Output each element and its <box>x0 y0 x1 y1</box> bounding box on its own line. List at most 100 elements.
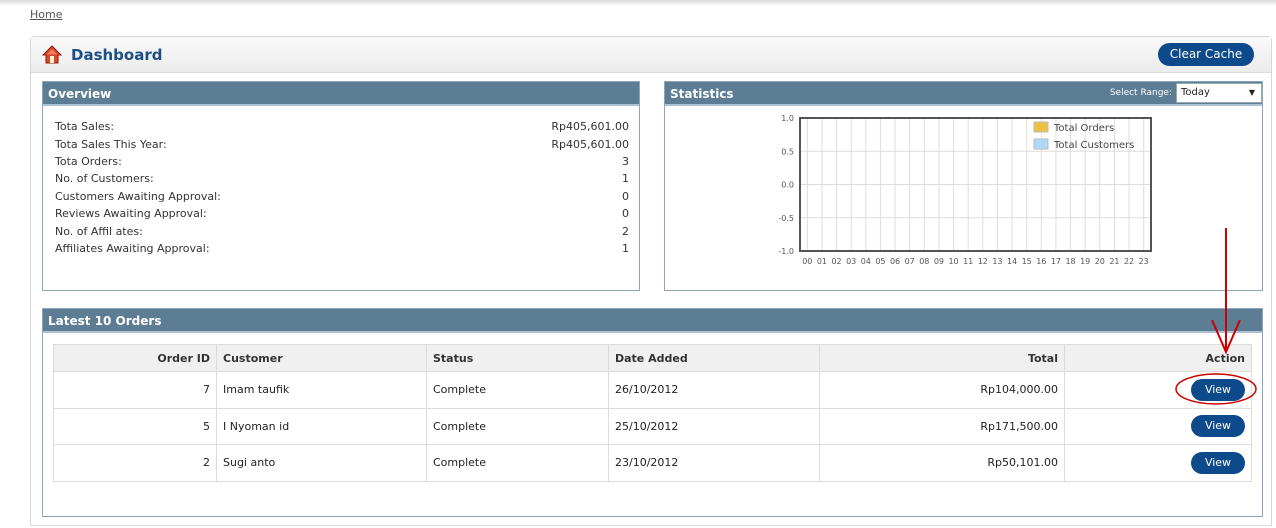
overview-row: Tota Sales: Rp405,601.00 <box>55 118 629 135</box>
order-id: 7 <box>53 371 217 409</box>
overview-row: Tota Orders: 3 <box>55 153 629 170</box>
top-shadow <box>0 0 1276 6</box>
order-date: 23/10/2012 <box>608 444 820 482</box>
table-row: 5I Nyoman id Complete 25/10/2012 Rp171,500.… <box>53 407 1252 445</box>
overview-value: Rp405,601.00 <box>551 120 629 134</box>
order-action-cell: View <box>1064 371 1252 409</box>
overview-value: 2 <box>622 224 629 238</box>
dashboard-box: Dashboard Clear Cache Overview Tota Sale… <box>30 36 1272 526</box>
chart-x-tick: 14 <box>1007 257 1017 266</box>
order-id: 5 <box>53 407 217 445</box>
order-customer: Imam taufik <box>216 371 427 409</box>
chart-x-tick: 21 <box>1109 257 1119 266</box>
table-row: 2 Sugi anto Complete 23/10/2012 Rp50,101.00 V… <box>53 444 1252 482</box>
col-order-id: Order ID <box>53 344 217 372</box>
order-action-cell: View <box>1064 407 1252 445</box>
order-status: Complete <box>426 371 609 409</box>
home-icon <box>41 45 63 65</box>
chart-x-tick: 06 <box>890 257 900 266</box>
clear-cache-button[interactable]: Clear Cache <box>1158 43 1254 66</box>
chart-y-tick: -1.0 <box>778 247 794 256</box>
chart-x-tick: 04 <box>861 257 871 266</box>
overview-row: No. of Affil ates: 2 <box>55 222 629 239</box>
overview-label: Tota Orders: <box>55 154 122 168</box>
chart-x-tick: 22 <box>1124 257 1134 266</box>
statistics-header: Statistics Select Range: Today ▼ <box>665 82 1262 106</box>
order-status: Complete <box>426 444 609 482</box>
view-order-button[interactable]: View <box>1191 451 1245 474</box>
view-order-button[interactable]: View <box>1191 415 1245 438</box>
overview-label: Tota Sales: <box>55 120 115 134</box>
overview-label: Affiliates Awaiting Approval: <box>55 241 210 255</box>
overview-row: Affiliates Awaiting Approval: 1 <box>55 240 629 257</box>
chart-x-tick: 02 <box>831 257 841 266</box>
chart-x-tick: 15 <box>1022 257 1032 266</box>
chevron-down-icon: ▼ <box>1248 88 1255 97</box>
overview-title: Overview <box>43 82 639 106</box>
chart-x-tick: 08 <box>919 257 929 266</box>
col-status: Status <box>426 344 609 372</box>
order-total: Rp104,000.00 <box>819 371 1065 409</box>
chart-x-tick: 17 <box>1051 257 1061 266</box>
overview-row: Customers Awaiting Approval: 0 <box>55 188 629 205</box>
overview-value: 3 <box>622 154 629 168</box>
orders-header-row: Order ID Customer Status Date Added Tota… <box>53 344 1252 372</box>
overview-row: Reviews Awaiting Approval: 0 <box>55 205 629 222</box>
chart-legend-label: Total Orders <box>1053 123 1114 134</box>
page-title: Dashboard <box>71 46 163 64</box>
latest-orders-title: Latest 10 Orders <box>43 309 1262 333</box>
order-id: 2 <box>53 444 217 482</box>
chart-x-tick: 10 <box>948 257 958 266</box>
overview-row: Tota Sales This Year: Rp405,601.00 <box>55 135 629 152</box>
overview-panel: Overview Tota Sales: Rp405,601.00 Tota Sal… <box>42 81 640 291</box>
orders-table: Order ID Customer Status Date Added Tota… <box>53 344 1252 482</box>
order-action-cell: View <box>1064 444 1252 482</box>
chart-legend-label: Total Customers <box>1053 140 1134 151</box>
range-label: Select Range: <box>1109 88 1172 98</box>
chart-x-tick: 12 <box>978 257 988 266</box>
chart-x-tick: 07 <box>905 257 915 266</box>
range-select[interactable]: Today ▼ <box>1176 83 1262 103</box>
overview-label: Customers Awaiting Approval: <box>55 189 221 203</box>
table-row: 7 Imam taufik Complete 26/10/2012 Rp104,000.… <box>53 371 1252 409</box>
overview-value: 0 <box>622 207 629 221</box>
chart-y-tick: 0.5 <box>781 147 794 156</box>
order-total: Rp50,101.00 <box>819 444 1065 482</box>
chart-y-tick: 0.0 <box>781 181 794 190</box>
overview-row: No. of Customers: 1 <box>55 170 629 187</box>
chart-x-tick: 01 <box>817 257 827 266</box>
chart-x-tick: 16 <box>1036 257 1046 266</box>
chart-y-tick: -0.5 <box>778 214 794 223</box>
overview-value: 1 <box>622 241 629 255</box>
order-date: 26/10/2012 <box>608 371 820 409</box>
chart-x-tick: 09 <box>934 257 944 266</box>
chart-legend-swatch <box>1033 138 1049 150</box>
order-total: Rp171,500.00 <box>819 407 1065 445</box>
range-value: Today <box>1181 87 1210 98</box>
latest-orders-panel: Latest 10 Orders Order ID Customer Statu… <box>42 308 1263 517</box>
overview-label: No. of Customers: <box>55 172 154 186</box>
overview-table: Tota Sales: Rp405,601.00 Tota Sales This Y… <box>55 118 629 257</box>
chart-x-tick: 19 <box>1080 257 1090 266</box>
chart-y-tick: 1.0 <box>781 114 794 123</box>
overview-value: Rp405,601.00 <box>551 137 629 151</box>
chart-legend-swatch <box>1033 121 1049 133</box>
overview-value: 1 <box>622 172 629 186</box>
order-customer: Sugi anto <box>216 444 427 482</box>
order-date: 25/10/2012 <box>608 407 820 445</box>
chart-x-tick: 18 <box>1065 257 1075 266</box>
overview-value: 0 <box>622 189 629 203</box>
chart-x-tick: 05 <box>875 257 885 266</box>
order-status: Complete <box>426 407 609 445</box>
overview-label: Tota Sales This Year: <box>55 137 167 151</box>
statistics-title: Statistics <box>670 87 734 101</box>
breadcrumb-home[interactable]: Home <box>30 8 62 21</box>
chart-x-tick: 03 <box>846 257 856 266</box>
view-order-button[interactable]: View <box>1191 378 1245 401</box>
order-customer: I Nyoman id <box>216 407 427 445</box>
statistics-panel: Statistics Select Range: Today ▼ 1.0 0.5 0… <box>664 81 1263 291</box>
col-total: Total <box>819 344 1065 372</box>
statistics-chart: 1.0 0.5 0.0 -0.5 -1.0 00 01 02 03 04 05 06 07 08 09 10 1… <box>778 114 1152 266</box>
chart-x-tick: 13 <box>992 257 1002 266</box>
col-date-added: Date Added <box>608 344 820 372</box>
